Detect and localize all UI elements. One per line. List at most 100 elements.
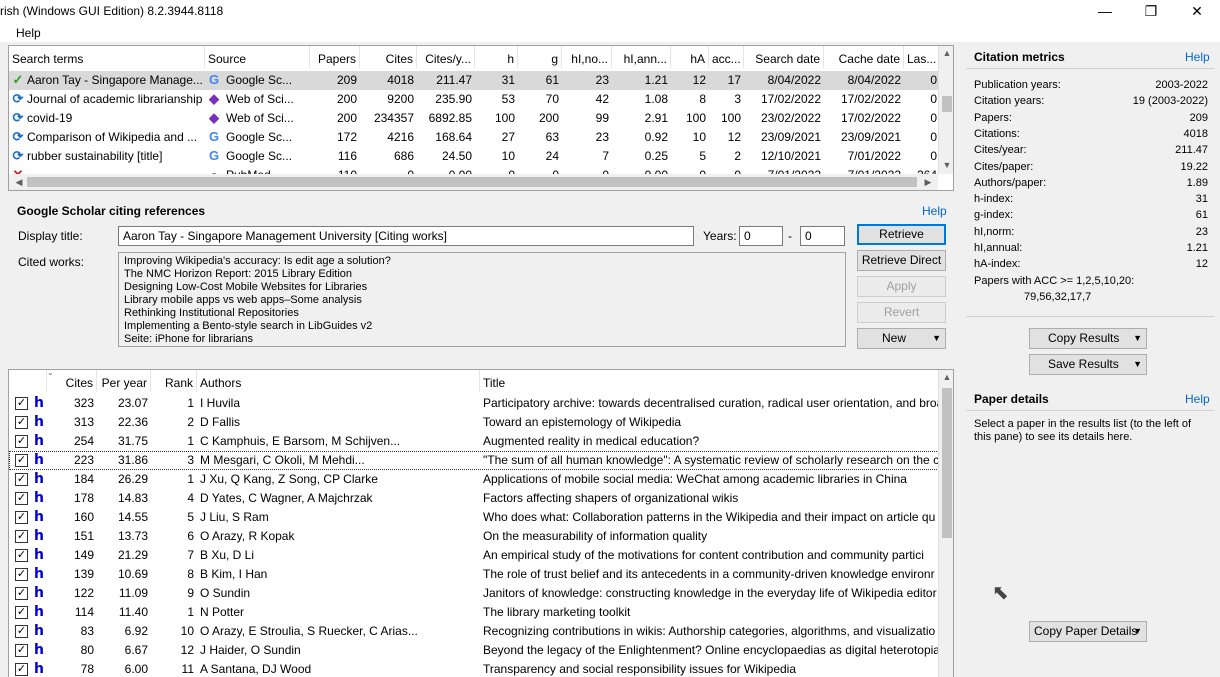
results-vertical-scrollbar[interactable]: ▲ [938,370,953,677]
query-column-header[interactable]: acc... [709,46,744,68]
result-checkbox[interactable]: ✓ [15,606,28,619]
result-row[interactable]: ✓ h 139 10.69 8 B Kim, I Han The role of trust… [9,565,939,584]
result-row[interactable]: ✓ h 80 6.67 12 J Haider, O Sundin Beyond the l… [9,641,939,660]
result-checkbox[interactable]: ✓ [15,397,28,410]
result-cell-title: On the measurability of information qual… [483,529,708,543]
menu-help[interactable]: Help [16,26,41,40]
query-row[interactable]: ⟳ Comparison of Wikipedia and ... G Google … [9,128,939,147]
year-from-input[interactable]: 0 [739,226,783,246]
scroll-thumb[interactable] [942,388,952,538]
copy-paper-details-button[interactable]: Copy Paper Details ▼ [1029,621,1147,642]
cited-work-item[interactable]: Implementing a Bento-style search in Lib… [124,320,840,333]
restore-button[interactable]: ❐ [1128,0,1174,24]
scroll-up-arrow-icon[interactable]: ▲ [939,372,953,382]
result-checkbox[interactable]: ✓ [15,568,28,581]
apply-button[interactable]: Apply [857,276,946,297]
query-row[interactable]: ✓ Aaron Tay - Singapore Manage... G Google … [9,71,939,90]
query-column-header[interactable]: hA [671,46,709,68]
result-checkbox[interactable]: ✓ [15,587,28,600]
result-cell-title: Toward an epistemology of Wikipedia [483,415,682,429]
result-row[interactable]: ✓ h 114 11.40 1 N Potter The library marketing… [9,603,939,622]
queries-list[interactable]: Search terms Source Papers Cites Cites/y... h… [8,45,954,191]
metric-value: 31 [1195,193,1208,206]
cited-works-list[interactable]: Improving Wikipedia's accuracy: Is edit … [118,252,846,347]
result-cell-py: 21.29 [117,548,148,562]
query-column-header[interactable]: hI,ann... [612,46,671,68]
results-column-header-authors[interactable]: Authors [197,370,480,392]
result-row[interactable]: ✓ h 184 26.29 1 J Xu, Q Kang, Z Song, CP Clar… [9,470,939,489]
cited-work-item[interactable]: Improving Wikipedia's accuracy: Is edit … [124,255,840,268]
query-row[interactable]: ⟳ Journal of academic librarianship ◆ Web o… [9,90,939,109]
result-checkbox[interactable]: ✓ [15,644,28,657]
result-checkbox[interactable]: ✓ [15,454,28,467]
results-column-header-title[interactable]: Title [480,370,940,392]
cited-work-item[interactable]: Rethinking Institutional Repositories [124,307,840,320]
query-column-header[interactable]: Search date [744,46,824,68]
query-column-header[interactable]: Cache date [824,46,904,68]
scroll-thumb[interactable] [942,96,952,112]
scroll-right-arrow-icon[interactable]: ▶ [920,177,936,188]
result-row[interactable]: ✓ h 178 14.83 4 D Yates, C Wagner, A Majchrza… [9,489,939,508]
query-column-header[interactable]: g [518,46,562,68]
result-checkbox[interactable]: ✓ [15,473,28,486]
retrieve-direct-button[interactable]: Retrieve Direct [857,250,946,271]
cited-work-item[interactable]: Designing Low-Cost Mobile Websites for L… [124,281,840,294]
query-column-header[interactable]: Papers [310,46,360,68]
cited-work-item[interactable]: The NMC Horizon Report: 2015 Library Edi… [124,268,840,281]
year-to-input[interactable]: 0 [800,226,845,246]
results-column-header-rank[interactable]: Rank [151,370,197,392]
result-row[interactable]: ✓ h 151 13.73 6 O Arazy, R Kopak On the measur… [9,527,939,546]
result-row[interactable]: ✓ h 160 14.55 5 J Liu, S Ram Who does what: Co… [9,508,939,527]
result-row[interactable]: ✓ h 254 31.75 1 C Kamphuis, E Barsom, M Schij… [9,432,939,451]
query-column-header[interactable]: Search terms [9,46,205,68]
query-column-header[interactable]: Cites/y... [417,46,475,68]
scroll-up-arrow-icon[interactable]: ▲ [939,48,953,58]
result-cell-authors: O Sundin [200,586,251,600]
queries-horizontal-scrollbar[interactable]: ◀ ▶ [9,174,938,190]
minimize-button[interactable]: — [1082,0,1128,24]
result-checkbox[interactable]: ✓ [15,549,28,562]
scroll-left-arrow-icon[interactable]: ◀ [11,177,27,188]
result-row[interactable]: ✓ h 78 6.00 11 A Santana, DJ Wood Transparency… [9,660,939,677]
result-checkbox[interactable]: ✓ [15,435,28,448]
result-checkbox[interactable]: ✓ [15,625,28,638]
query-row[interactable]: ⟳ rubber sustainability [title] G Google Sc… [9,147,939,166]
result-checkbox[interactable]: ✓ [15,416,28,429]
result-row[interactable]: ✓ h 313 22.36 2 D Fallis Toward an epistemolog… [9,413,939,432]
display-title-input[interactable]: Aaron Tay - Singapore Management Univers… [118,226,694,246]
queries-vertical-scrollbar[interactable]: ▲ ▼ [938,46,953,174]
citation-metrics-help-link[interactable]: Help [1185,50,1210,64]
gs-panel-help-link[interactable]: Help [922,204,947,218]
result-checkbox[interactable]: ✓ [15,663,28,676]
results-column-header-cites[interactable]: Cites [47,370,97,392]
query-column-header[interactable]: Cites [360,46,417,68]
result-checkbox[interactable]: ✓ [15,530,28,543]
copy-results-button[interactable]: Copy Results ▼ [1029,328,1147,349]
retrieve-button[interactable]: Retrieve [857,224,946,245]
results-list[interactable]: ⌄ Cites Per year Rank Authors Title ✓ h 323 23.07… [8,369,954,677]
paper-details-help-link[interactable]: Help [1185,392,1210,406]
close-button[interactable]: ✕ [1174,0,1220,24]
results-checkbox-header[interactable] [9,370,47,392]
save-results-button[interactable]: Save Results ▼ [1029,354,1147,375]
query-column-header[interactable]: Las... [904,46,940,68]
revert-button[interactable]: Revert [857,302,946,323]
query-row[interactable]: ⟳ covid-19 ◆ Web of Sci... 200 234357 6892.85 1… [9,109,939,128]
result-row[interactable]: ✓ h 223 31.86 3 M Mesgari, C Okoli, M Mehdi..… [9,451,939,470]
result-row[interactable]: ✓ h 122 11.09 9 O Sundin Janitors of knowledge… [9,584,939,603]
query-cell-sdate: 23/09/2021 [760,130,821,144]
cited-work-item[interactable]: Seite: iPhone for librarians [124,333,840,346]
result-checkbox[interactable]: ✓ [15,511,28,524]
results-column-header-per_year[interactable]: Per year [97,370,151,392]
scroll-thumb[interactable] [27,177,917,187]
result-checkbox[interactable]: ✓ [15,492,28,505]
scroll-down-arrow-icon[interactable]: ▼ [939,160,953,170]
query-column-header[interactable]: h [475,46,518,68]
query-column-header[interactable]: hI,no... [562,46,612,68]
new-button[interactable]: New ▼ [857,328,946,349]
result-row[interactable]: ✓ h 149 21.29 7 B Xu, D Li An empirical study … [9,546,939,565]
result-row[interactable]: ✓ h 83 6.92 10 O Arazy, E Stroulia, S Ruecker… [9,622,939,641]
result-row[interactable]: ✓ h 323 23.07 1 I Huvila Participatory archive… [9,394,939,413]
cited-work-item[interactable]: Library mobile apps vs web apps–Some ana… [124,294,840,307]
query-column-header[interactable]: Source [205,46,310,68]
